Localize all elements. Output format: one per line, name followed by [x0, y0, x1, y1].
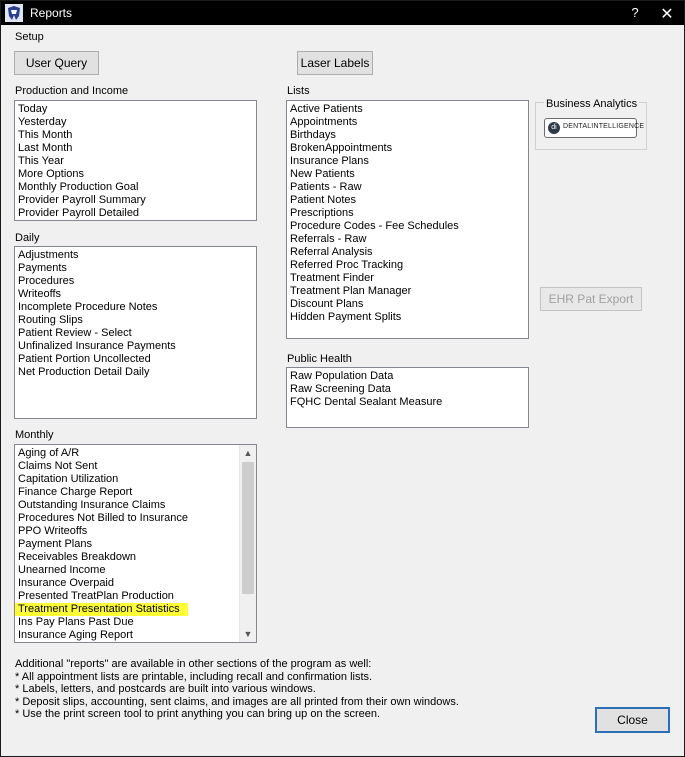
production-income-item[interactable]: Last Month	[15, 142, 256, 155]
lists-item[interactable]: Discount Plans	[287, 298, 528, 311]
note-line: Additional "reports" are available in ot…	[15, 658, 372, 670]
production-income-item[interactable]: Provider Payroll Summary	[15, 194, 256, 207]
lists-item[interactable]: Appointments	[287, 116, 528, 129]
lists-item[interactable]: New Patients	[287, 168, 528, 181]
lists-item[interactable]: Hidden Payment Splits	[287, 311, 528, 324]
lists-item[interactable]: Insurance Plans	[287, 155, 528, 168]
monthly-item[interactable]: Receivables Breakdown	[15, 551, 256, 564]
note-line: * Use the print screen tool to print any…	[15, 708, 381, 720]
dental-intelligence-text: DENTALINTELLIGENCE	[563, 123, 645, 130]
lists-item[interactable]: Referral Analysis	[287, 246, 528, 259]
reports-window: Reports ? ✕ Setup User Query Laser Label…	[0, 0, 685, 757]
lists-item[interactable]: Patient Notes	[287, 194, 528, 207]
daily-item[interactable]: Writeoffs	[15, 288, 256, 301]
title-bar: Reports ? ✕	[1, 1, 684, 25]
production-income-item[interactable]: Monthly Production Goal	[15, 181, 256, 194]
monthly-item[interactable]: Ins Pay Plans Past Due	[15, 616, 256, 629]
daily-item[interactable]: Patient Portion Uncollected	[15, 353, 256, 366]
lists-label: Lists	[287, 85, 310, 97]
note-line: * All appointment lists are printable, i…	[15, 670, 373, 683]
monthly-item[interactable]: Claims Not Sent	[15, 460, 256, 473]
production-income-list[interactable]: Today Yesterday This Month Last Month This Y…	[14, 100, 257, 221]
daily-list[interactable]: Adjustments Payments Procedures Writeoffs In…	[14, 246, 257, 419]
daily-item[interactable]: Net Production Detail Daily	[15, 366, 256, 379]
note-line: * Deposit slips, accounting, sent claims…	[15, 695, 459, 708]
lists-item[interactable]: Patients - Raw	[287, 181, 528, 194]
dental-intelligence-button[interactable]: di DENTALINTELLIGENCE	[544, 118, 644, 138]
production-income-item[interactable]: This Year	[15, 155, 256, 168]
lists-item[interactable]: Active Patients	[287, 103, 528, 116]
dental-intelligence-logo-icon: di	[548, 122, 560, 134]
business-analytics-label: Business Analytics	[544, 98, 640, 110]
note-line: * Labels, letters, and postcards are bui…	[15, 683, 316, 695]
lists-item[interactable]: Procedure Codes - Fee Schedules	[287, 220, 528, 233]
monthly-item[interactable]: Aging of A/R	[15, 447, 256, 460]
public-health-item[interactable]: Raw Population Data	[287, 370, 528, 383]
menu-setup[interactable]: Setup	[15, 31, 44, 43]
monthly-item[interactable]: Finance Charge Report	[15, 486, 256, 499]
close-button[interactable]: Close	[595, 707, 670, 733]
monthly-label: Monthly	[15, 429, 54, 441]
lists-list[interactable]: Active Patients Appointments Birthdays Brok…	[286, 100, 529, 339]
lists-item[interactable]: BrokenAppointments	[287, 142, 528, 155]
monthly-item[interactable]: Unearned Income	[15, 564, 256, 577]
daily-item[interactable]: Unfinalized Insurance Payments	[15, 340, 256, 353]
ehr-pat-export-button[interactable]: EHR Pat Export	[540, 287, 642, 311]
public-health-item[interactable]: Raw Screening Data	[287, 383, 528, 396]
daily-item[interactable]: Procedures	[15, 275, 256, 288]
public-health-list[interactable]: Raw Population Data Raw Screening Data FQH…	[286, 367, 529, 428]
scroll-down-icon[interactable]: ▼	[240, 626, 256, 642]
monthly-item[interactable]: Outstanding Insurance Claims	[15, 499, 256, 512]
laser-labels-button[interactable]: Laser Labels	[297, 51, 373, 75]
daily-item[interactable]: Patient Review - Select	[15, 327, 256, 340]
production-income-item[interactable]: More Options	[15, 168, 256, 181]
monthly-item[interactable]: Payment Plans	[15, 538, 256, 551]
production-income-label: Production and Income	[15, 85, 129, 97]
production-income-item[interactable]: Today	[15, 103, 256, 116]
lists-item[interactable]: Treatment Plan Manager	[287, 285, 528, 298]
daily-item[interactable]: Incomplete Procedure Notes	[15, 301, 256, 314]
production-income-item[interactable]: Yesterday	[15, 116, 256, 129]
help-button[interactable]: ?	[628, 5, 642, 21]
production-income-item[interactable]: Provider Payroll Detailed	[15, 207, 256, 220]
daily-label: Daily	[15, 232, 40, 244]
daily-item[interactable]: Payments	[15, 262, 256, 275]
production-income-item[interactable]: This Month	[15, 129, 256, 142]
daily-item[interactable]: Routing Slips	[15, 314, 256, 327]
monthly-item[interactable]: Procedures Not Billed to Insurance	[15, 512, 256, 525]
monthly-list[interactable]: Aging of A/R Claims Not Sent Capitation Ut…	[14, 444, 257, 643]
lists-item[interactable]: Birthdays	[287, 129, 528, 142]
public-health-item[interactable]: FQHC Dental Sealant Measure	[287, 396, 528, 409]
monthly-item[interactable]: Capitation Utilization	[15, 473, 256, 486]
monthly-item[interactable]: Insurance Aging Report	[15, 629, 256, 642]
notes-text: Additional "reports" are available in ot…	[15, 658, 459, 721]
menu-bar: Setup	[1, 25, 684, 47]
daily-item[interactable]: Adjustments	[15, 249, 256, 262]
lists-item[interactable]: Prescriptions	[287, 207, 528, 220]
lists-item[interactable]: Referrals - Raw	[287, 233, 528, 246]
monthly-item[interactable]: Insurance Overpaid	[15, 577, 256, 590]
window-close-icon[interactable]: ✕	[657, 4, 677, 23]
scroll-thumb[interactable]	[242, 462, 254, 594]
lists-item[interactable]: Treatment Finder	[287, 272, 528, 285]
window-title: Reports	[30, 6, 73, 20]
app-tooth-icon	[5, 4, 23, 22]
scroll-up-icon[interactable]: ▲	[240, 445, 256, 461]
user-query-button[interactable]: User Query	[14, 51, 99, 75]
monthly-scrollbar[interactable]: ▲ ▼	[239, 445, 256, 642]
monthly-item[interactable]: PPO Writeoffs	[15, 525, 256, 538]
monthly-item[interactable]: Presented TreatPlan Production	[15, 590, 256, 603]
public-health-label: Public Health	[287, 353, 352, 365]
lists-item[interactable]: Referred Proc Tracking	[287, 259, 528, 272]
monthly-item[interactable]: Treatment Presentation Statistics	[15, 603, 188, 616]
